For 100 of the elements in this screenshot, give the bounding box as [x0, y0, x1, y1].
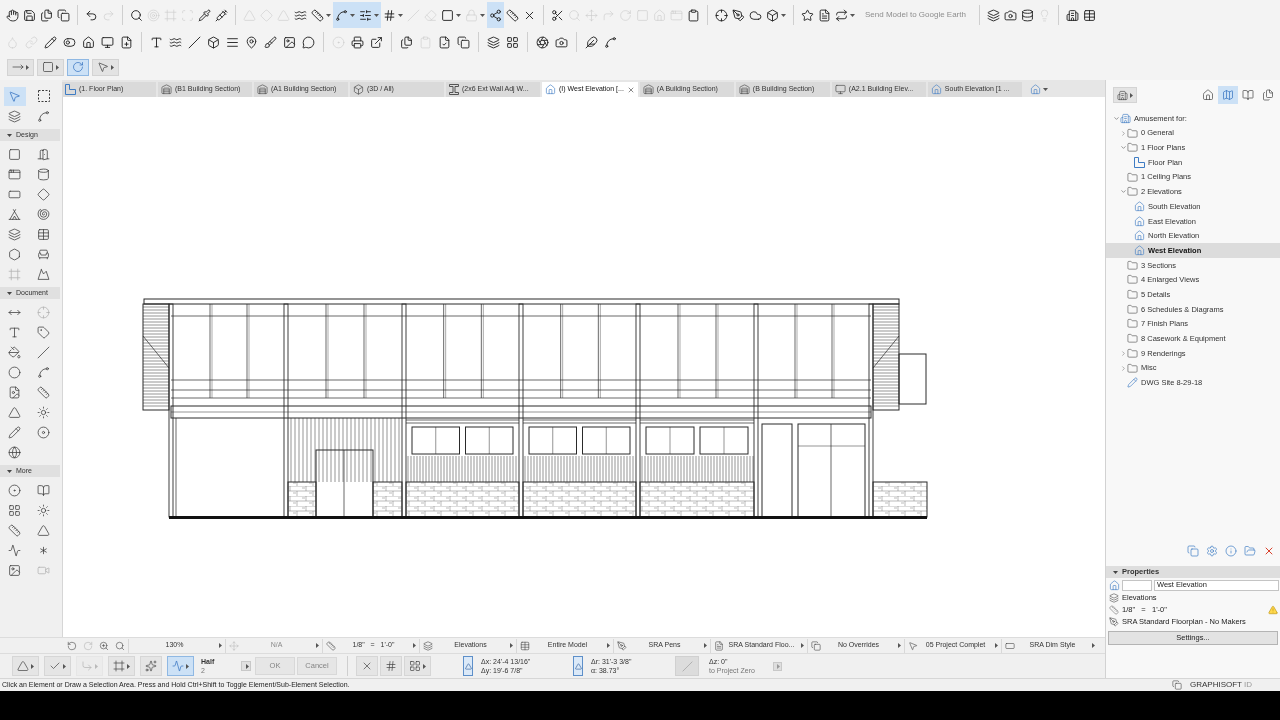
toolbar-button[interactable]	[487, 2, 504, 28]
curve-icon	[37, 365, 50, 379]
diamond-icon	[37, 187, 50, 201]
caret-icon	[995, 643, 998, 648]
tag-icon	[37, 325, 50, 339]
house-icon	[1134, 215, 1145, 227]
snap-tool-button[interactable]	[404, 656, 431, 676]
ruler-icon	[1109, 605, 1119, 615]
toolbar-button[interactable]	[357, 2, 381, 28]
book-icon	[37, 483, 50, 497]
relative-toggle[interactable]	[573, 656, 583, 676]
triangle-icon	[8, 405, 21, 419]
navigator-mode-tab[interactable]	[1218, 86, 1238, 104]
info-tool-button[interactable]	[167, 656, 194, 676]
info-tool-button[interactable]	[108, 656, 135, 676]
rotate-icon	[72, 61, 84, 73]
copy-icon	[811, 640, 821, 651]
caret-icon	[1130, 92, 1133, 98]
caret-icon	[1092, 643, 1095, 648]
cross-icon	[361, 660, 373, 672]
line-icon	[37, 345, 50, 359]
caret-icon	[850, 13, 855, 17]
caret-icon	[607, 643, 610, 648]
square-icon	[8, 147, 21, 161]
building-icon	[1120, 112, 1131, 124]
house-icon	[1134, 245, 1145, 257]
book-icon	[1242, 89, 1254, 101]
snap-tool-button[interactable]	[356, 656, 378, 676]
navigator-menu-button[interactable]	[1113, 87, 1137, 103]
building-icon	[1117, 89, 1128, 101]
circle-dot-icon	[8, 483, 21, 497]
caret-icon	[63, 663, 66, 669]
caret-icon	[26, 64, 29, 70]
ruler-icon	[8, 523, 21, 537]
caret-icon	[776, 663, 780, 669]
info-icon[interactable]	[1225, 545, 1237, 557]
caret-icon	[1042, 88, 1048, 91]
copy-icon[interactable]	[1172, 680, 1182, 690]
i-beam-icon	[449, 84, 459, 95]
tool-selector[interactable]	[67, 58, 89, 76]
disc-icon	[37, 425, 50, 439]
snap-menu-button[interactable]	[241, 661, 251, 671]
info-tool-button[interactable]	[140, 656, 162, 676]
caret-icon	[456, 13, 461, 17]
info-tool-button[interactable]	[12, 656, 39, 676]
table-icon	[520, 640, 530, 651]
view-id-field[interactable]	[1122, 579, 1152, 591]
drawing-canvas[interactable]	[62, 97, 1105, 637]
folder-icon	[1127, 259, 1138, 271]
caret-icon	[801, 643, 804, 648]
caret-icon	[219, 643, 222, 648]
warehouse-icon	[257, 84, 268, 95]
document-icon	[714, 640, 724, 651]
crosshair-icon	[37, 305, 50, 319]
house-icon	[930, 84, 942, 95]
circle-icon	[8, 365, 21, 379]
globe-icon	[8, 445, 21, 459]
caret-icon	[7, 133, 12, 137]
sun-icon	[37, 503, 50, 517]
info-tool-button[interactable]	[44, 656, 71, 676]
layers-icon	[8, 227, 21, 241]
folder-icon[interactable]	[1244, 545, 1256, 557]
shell-icon	[37, 207, 50, 221]
copy-icon[interactable]	[1187, 545, 1199, 557]
cube-icon	[353, 84, 364, 95]
corner-arrow-icon	[81, 660, 93, 672]
frame-icon	[8, 267, 21, 281]
wave-line-icon	[8, 543, 21, 557]
caret-icon	[127, 663, 130, 669]
house-icon	[1029, 84, 1041, 95]
relative-toggle[interactable]	[463, 656, 473, 676]
folder-icon	[1127, 127, 1138, 139]
rotate-right-icon	[83, 640, 93, 651]
mountain-icon	[37, 267, 50, 281]
grid-icon	[385, 660, 397, 672]
account-brand[interactable]: GRAPHISOFT	[1190, 679, 1242, 691]
reference-menu-button[interactable]	[772, 661, 782, 671]
caret-icon	[31, 663, 34, 669]
caret-icon	[7, 291, 12, 295]
pen-icon	[1109, 617, 1119, 627]
layers-icon	[8, 109, 21, 123]
table-icon	[37, 227, 50, 241]
line-icon	[681, 660, 693, 672]
folder-icon	[1127, 347, 1138, 359]
tool-selector[interactable]	[92, 58, 119, 76]
grid-icon	[8, 503, 21, 517]
tool-selector[interactable]	[37, 58, 64, 76]
caret-icon	[510, 643, 513, 648]
move-icon	[229, 640, 239, 651]
close-icon[interactable]	[626, 85, 635, 94]
delete-icon[interactable]	[1263, 545, 1275, 557]
hexagon-icon	[8, 247, 21, 261]
spline-icon	[37, 109, 50, 123]
toolbar-button[interactable]	[333, 2, 357, 28]
folder-icon	[1127, 186, 1138, 198]
settings-icon[interactable]	[1206, 545, 1218, 557]
type-icon	[8, 325, 21, 339]
pointer-icon	[8, 89, 21, 103]
tool-selector[interactable]	[7, 58, 34, 76]
snap-tool-button[interactable]	[380, 656, 402, 676]
